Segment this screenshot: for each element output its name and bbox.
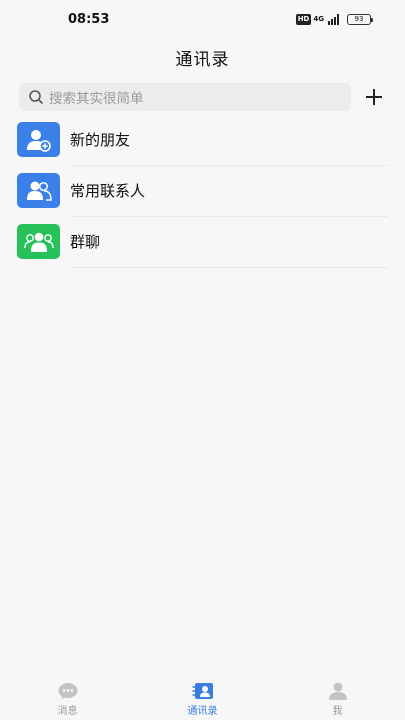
header: 通讯录 [0,38,405,76]
status-bar: 08:53 HD 4G 93 [0,0,405,38]
tab-label: 通讯录 [187,706,218,717]
tab-messages[interactable]: 消息 [0,672,135,720]
list-item-frequent-contacts[interactable]: 常用联系人 [0,169,405,220]
list-item-new-friends[interactable]: 新的朋友 [0,118,405,169]
hd-badge: HD [295,13,312,25]
add-button[interactable] [362,85,386,109]
divider [70,216,388,217]
chat-bubble-icon [58,683,77,699]
list-item-label: 新的朋友 [70,131,131,149]
network-label: 4G [313,15,324,23]
contact-list: 新的朋友 常用联系人 群聊 [0,118,405,271]
new-friend-icon [17,122,60,157]
signal-icon [328,13,339,25]
tab-me[interactable]: 我 [270,672,405,720]
list-item-group-chat[interactable]: 群聊 [0,220,405,271]
search-row: 搜索其实很简单 [0,80,405,114]
tab-contacts[interactable]: 通讯录 [135,672,270,720]
tab-label: 消息 [57,706,78,717]
page-title: 通讯录 [175,49,230,70]
frequent-contacts-icon [17,173,60,208]
list-item-label: 群聊 [70,233,101,251]
group-chat-icon [17,224,60,259]
divider [70,165,388,166]
plus-icon [366,89,382,105]
battery-level: 93 [354,14,364,23]
status-time: 08:53 [68,11,110,27]
battery-icon: 93 [347,13,373,25]
search-icon [29,90,43,104]
contacts-icon [192,683,213,699]
search-placeholder: 搜索其实很简单 [49,91,144,107]
status-icons: HD 4G 93 [295,13,373,25]
tab-bar: 消息 通讯录 我 [0,672,405,720]
profile-icon [328,682,347,700]
list-item-label: 常用联系人 [70,182,146,200]
divider [70,267,388,268]
tab-label: 我 [332,706,343,717]
search-input[interactable]: 搜索其实很简单 [19,83,351,111]
